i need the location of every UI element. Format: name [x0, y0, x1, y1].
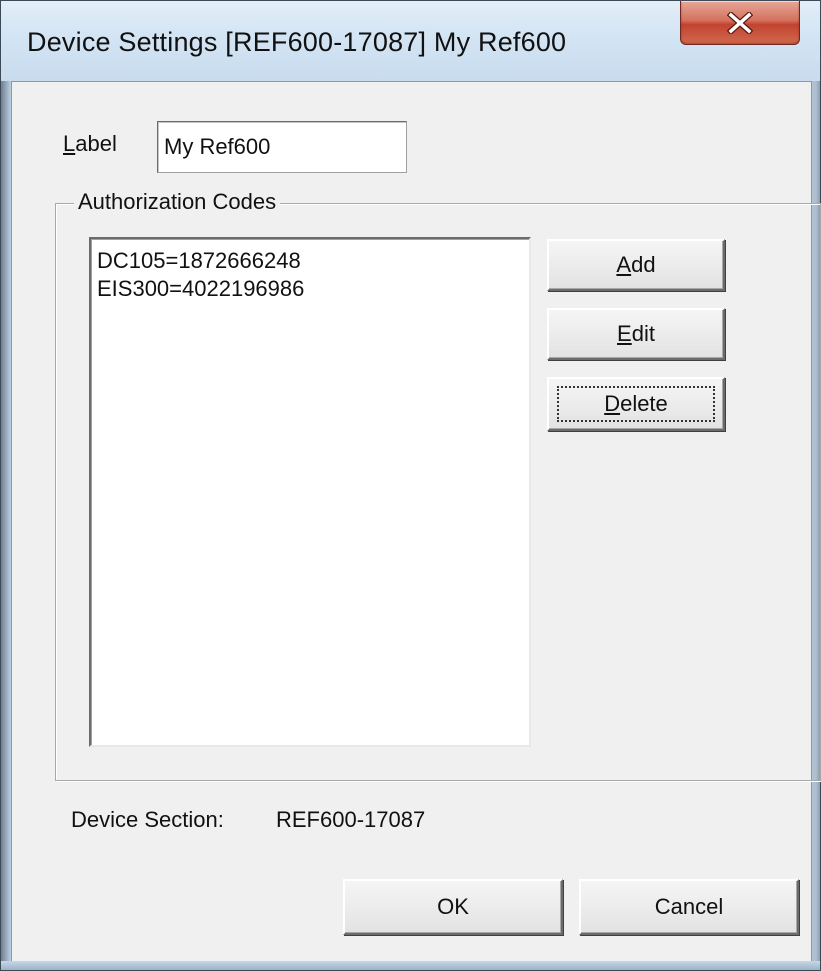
label-rest: abel — [75, 131, 117, 156]
list-item[interactable]: EIS300=4022196986 — [97, 275, 523, 303]
cancel-button[interactable]: Cancel — [579, 879, 799, 935]
label-caption: Label — [63, 131, 117, 157]
delete-button[interactable]: Delete — [547, 377, 725, 431]
add-mnemonic: A — [616, 252, 632, 277]
add-label-rest: dd — [631, 252, 656, 277]
authorization-codes-title: Authorization Codes — [74, 189, 281, 215]
device-section-value: REF600-17087 — [276, 807, 426, 832]
add-button[interactable]: Add — [547, 239, 725, 291]
close-button[interactable] — [680, 1, 800, 45]
ok-button[interactable]: OK — [343, 879, 563, 935]
delete-mnemonic: D — [604, 391, 621, 416]
authorization-codes-list[interactable]: DC105=1872666248 EIS300=4022196986 — [89, 237, 531, 747]
edit-button[interactable]: Edit — [547, 308, 725, 360]
close-icon — [727, 11, 753, 34]
label-input[interactable] — [157, 121, 407, 173]
label-mnemonic: L — [63, 131, 76, 156]
delete-label-rest: elete — [620, 391, 668, 416]
window-bottom-edge — [1, 961, 820, 970]
device-section-label: Device Section: — [71, 807, 224, 832]
edit-mnemonic: E — [617, 321, 632, 346]
edit-label-rest: dit — [631, 321, 655, 346]
dialog-window: Device Settings [REF600-17087] My Ref600… — [0, 0, 821, 971]
window-title: Device Settings [REF600-17087] My Ref600 — [27, 27, 567, 57]
title-bar[interactable]: Device Settings [REF600-17087] My Ref600 — [1, 1, 820, 81]
list-item[interactable]: DC105=1872666248 — [97, 247, 523, 275]
